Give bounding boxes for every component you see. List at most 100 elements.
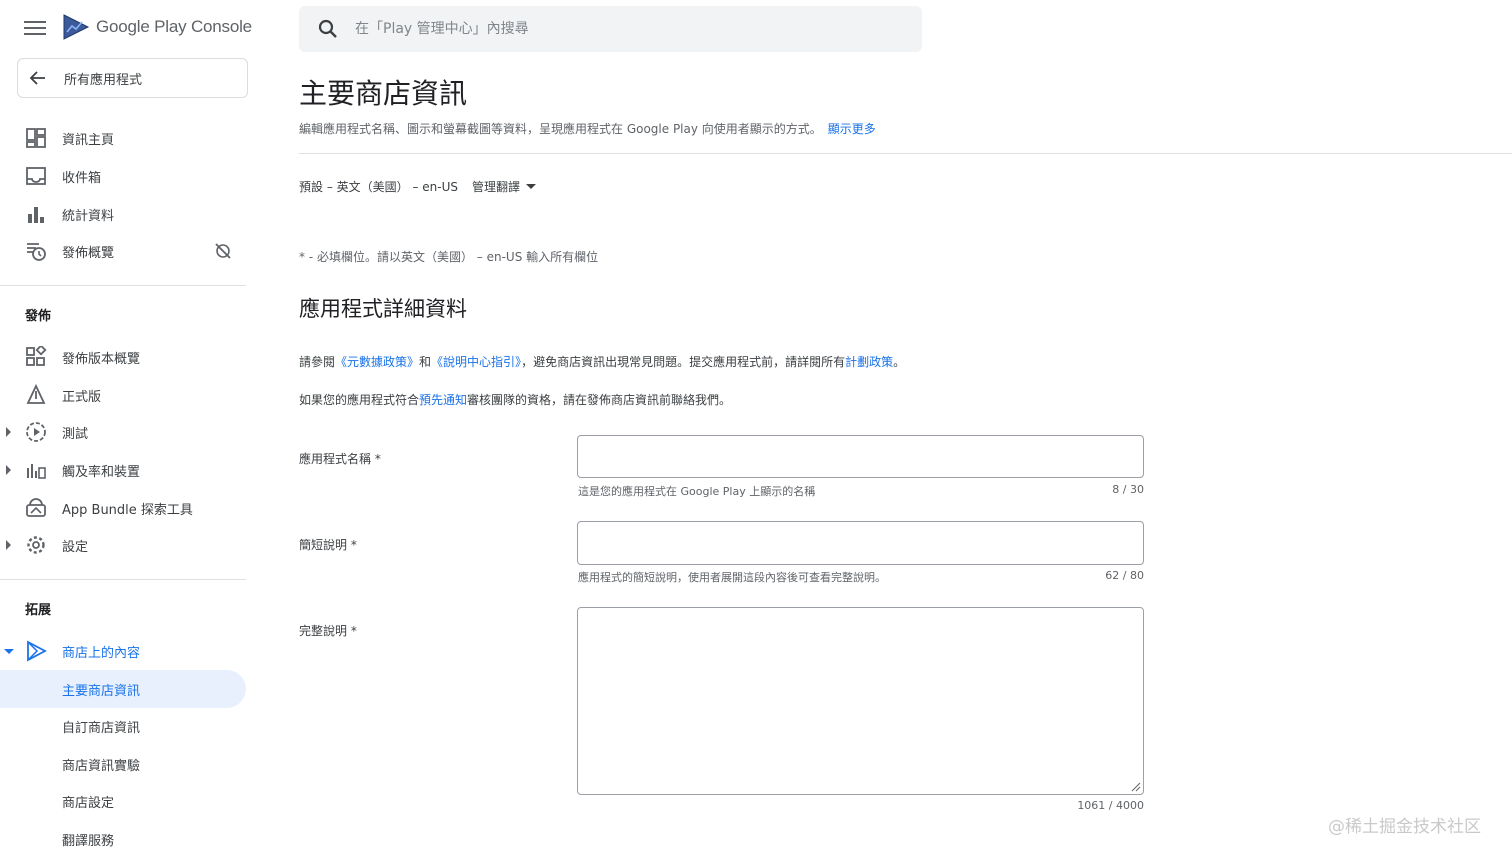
brand-google: Google [96, 17, 150, 36]
sync-disabled-icon [215, 243, 231, 259]
language-row: 預設 – 英文（美國） – en-US 管理翻譯 [299, 178, 536, 195]
sidebar-item-label: 自訂商店資訊 [62, 720, 141, 736]
sidebar: Google Play Console 所有應用程式 資訊主頁 收件箱 統計資料… [0, 0, 252, 857]
page-title: 主要商店資訊 [299, 77, 468, 110]
sidebar-item-label: 發佈版本概覽 [62, 351, 141, 367]
dropdown-arrow-icon [526, 184, 536, 189]
sidebar-item-store-presence[interactable]: 商店上的內容 [0, 632, 246, 670]
default-language: 預設 – 英文（美國） – en-US [299, 180, 458, 194]
short-description-counter: 62 / 80 [1105, 569, 1144, 582]
sidebar-item-store-settings[interactable]: 商店設定 [0, 782, 246, 820]
production-icon [26, 384, 46, 404]
sidebar-item-statistics[interactable]: 統計資料 [0, 195, 246, 233]
policy-text: 。 [893, 355, 906, 369]
learn-more-link[interactable]: 顯示更多 [828, 122, 876, 136]
inbox-icon [26, 167, 46, 185]
app-name-helper: 這是您的應用程式在 Google Play 上顯示的名稱 [578, 485, 816, 498]
app-name-field [577, 435, 1144, 478]
sidebar-item-settings[interactable]: 設定 [0, 526, 246, 564]
full-description-field [577, 607, 1144, 795]
page-description-text: 編輯應用程式名稱、圖示和螢幕截圖等資料，呈現應用程式在 Google Play … [299, 122, 822, 136]
sidebar-item-label: 商店設定 [62, 795, 115, 811]
sidebar-item-release-overview[interactable]: 發佈版本概覽 [0, 338, 246, 376]
advance-notice-link[interactable]: 預先通知 [419, 393, 467, 407]
sidebar-item-label: 收件箱 [62, 170, 102, 186]
program-policies-link[interactable]: 計劃政策 [845, 355, 893, 369]
sidebar-item-label: 資訊主頁 [62, 132, 115, 148]
brand-name: Google Play Console [96, 17, 252, 37]
sidebar-item-label: 統計資料 [62, 208, 115, 224]
section-title-release: 發佈 [25, 309, 52, 324]
sidebar-item-label: App Bundle 探索工具 [62, 502, 193, 518]
short-description-input[interactable] [578, 522, 1143, 564]
policy-text: 和 [419, 355, 432, 369]
settings-icon [27, 536, 45, 554]
sidebar-item-app-bundle-explorer[interactable]: App Bundle 探索工具 [0, 489, 246, 527]
sidebar-item-translation-service[interactable]: 翻譯服務 [0, 820, 246, 857]
sidebar-item-label: 測試 [62, 426, 89, 442]
sidebar-item-label: 正式版 [62, 389, 102, 405]
release-overview-icon [26, 346, 47, 366]
brand-console: Console [190, 17, 252, 36]
search-bar[interactable] [299, 6, 922, 52]
policy-paragraph: 請參閱《元數據政策》和《說明中心指引》，避免商店資訊出現常見問題。提交應用程式前… [299, 353, 905, 370]
policy-text: 請參閱 [299, 355, 336, 369]
advance-notice-paragraph: 如果您的應用程式符合預先通知審核團隊的資格，請在發佈商店資訊前聯絡我們。 [299, 391, 731, 408]
section-title-grow: 拓展 [25, 603, 52, 618]
sidebar-divider [0, 579, 246, 580]
sidebar-item-label: 觸及率和裝置 [62, 464, 141, 480]
header-divider [299, 153, 1512, 154]
sidebar-item-store-listing-experiments[interactable]: 商店資訊實驗 [0, 745, 246, 783]
sidebar-item-dashboard[interactable]: 資訊主頁 [0, 119, 246, 157]
short-description-label: 簡短說明 * [299, 538, 357, 552]
manage-translations-label: 管理翻譯 [471, 180, 520, 194]
play-console-logo-icon [63, 14, 90, 40]
store-presence-icon [27, 640, 47, 662]
sidebar-item-custom-store-listings[interactable]: 自訂商店資訊 [0, 707, 246, 745]
all-apps-button[interactable]: 所有應用程式 [17, 58, 248, 98]
notice-text: 如果您的應用程式符合 [299, 393, 420, 407]
metadata-policy-link[interactable]: 《元數據政策》 [335, 355, 419, 369]
app-name-counter: 8 / 30 [1112, 483, 1144, 496]
full-description-counter: 1061 / 4000 [1077, 799, 1144, 812]
arrow-back-icon [29, 71, 45, 85]
app-name-label: 應用程式名稱 * [299, 452, 381, 466]
full-description-textarea[interactable] [578, 608, 1143, 794]
policy-text: ，避免商店資訊出現常見問題。提交應用程式前，請詳閱所有 [521, 355, 846, 369]
help-center-guidelines-link[interactable]: 《說明中心指引》 [431, 355, 521, 369]
all-apps-label: 所有應用程式 [64, 72, 143, 88]
section-title-app-details: 應用程式詳細資料 [299, 297, 467, 321]
full-description-label: 完整說明 * [299, 624, 357, 638]
reach-devices-icon [27, 464, 46, 479]
app-bundle-icon [26, 498, 46, 517]
sidebar-divider [0, 285, 246, 286]
bar-chart-icon [28, 207, 44, 223]
sidebar-item-testing[interactable]: 測試 [0, 413, 246, 451]
expand-caret-icon[interactable] [6, 465, 11, 475]
short-description-field [577, 521, 1144, 565]
sidebar-item-main-store-listing[interactable]: 主要商店資訊 [0, 670, 246, 708]
sidebar-item-label: 商店資訊實驗 [62, 758, 141, 774]
menu-icon[interactable] [24, 18, 46, 38]
short-description-helper: 應用程式的簡短說明，使用者展開這段內容後可查看完整說明。 [578, 571, 886, 584]
collapse-caret-icon[interactable] [4, 648, 14, 654]
sidebar-item-label: 主要商店資訊 [62, 683, 141, 699]
required-fields-note: * - 必填欄位。請以英文（美國） – en-US 輸入所有欄位 [299, 250, 599, 264]
resize-handle-icon[interactable] [1129, 780, 1141, 792]
sidebar-item-inbox[interactable]: 收件箱 [0, 157, 246, 195]
expand-caret-icon[interactable] [6, 540, 11, 550]
testing-icon [26, 422, 46, 442]
sidebar-item-label: 商店上的內容 [62, 645, 141, 661]
expand-caret-icon[interactable] [6, 427, 11, 437]
search-icon [318, 19, 337, 38]
manage-translations-button[interactable]: 管理翻譯 [472, 178, 536, 195]
notice-text: 審核團隊的資格，請在發佈商店資訊前聯絡我們。 [467, 393, 732, 407]
search-input[interactable] [355, 16, 895, 42]
app-name-input[interactable] [578, 436, 1143, 477]
sidebar-item-publishing-overview[interactable]: 發佈概覽 [0, 232, 246, 270]
publishing-overview-icon [27, 243, 46, 261]
brand-play: Play [154, 17, 187, 36]
sidebar-item-reach-devices[interactable]: 觸及率和裝置 [0, 451, 246, 489]
sidebar-item-label: 發佈概覽 [62, 245, 115, 261]
sidebar-item-production[interactable]: 正式版 [0, 376, 246, 414]
